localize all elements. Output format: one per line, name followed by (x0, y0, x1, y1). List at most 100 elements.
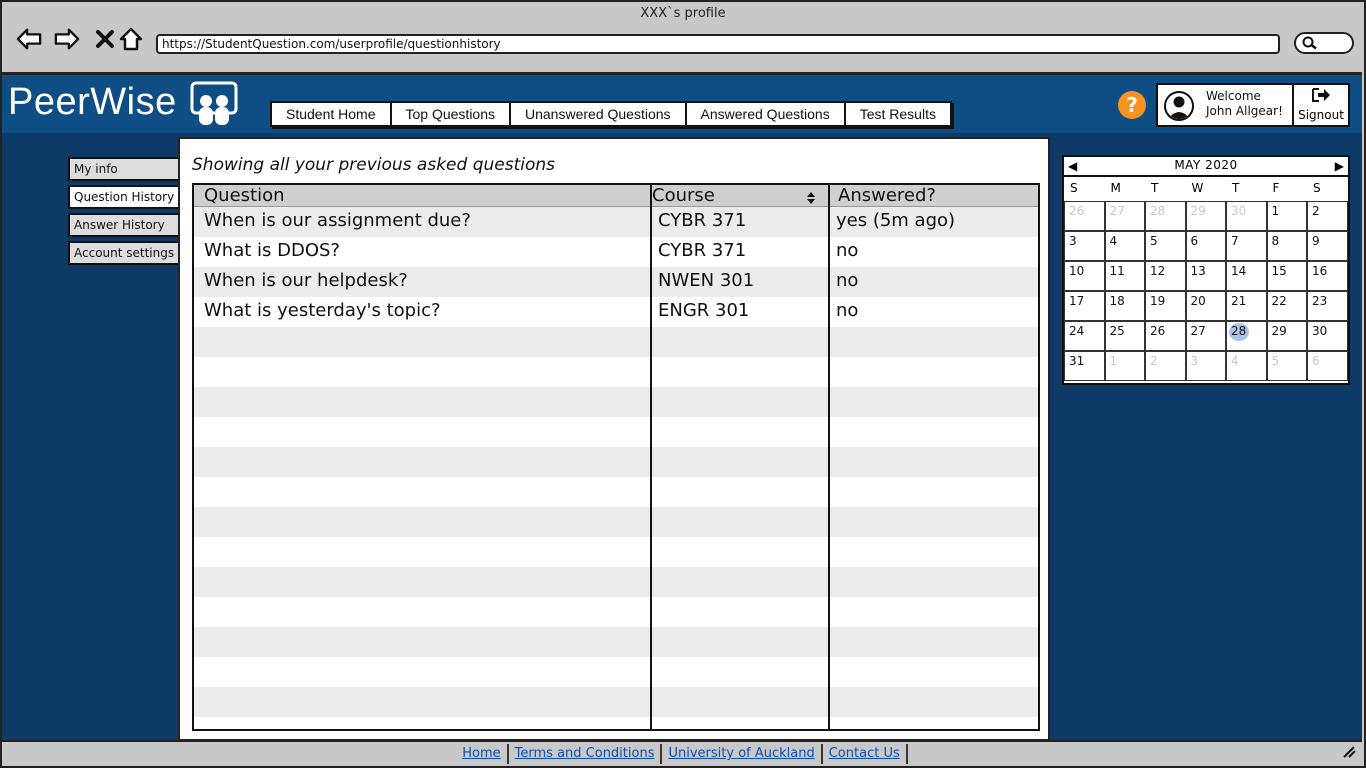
calendar-day[interactable]: 11 (1104, 261, 1145, 291)
calendar-day[interactable]: 1 (1266, 201, 1307, 231)
calendar-day[interactable]: 23 (1307, 291, 1348, 321)
calendar-day[interactable]: 3 (1185, 351, 1226, 381)
next-month-icon[interactable]: ▶ (1335, 159, 1344, 173)
calendar-day-number: 16 (1312, 264, 1328, 278)
weekday-label: S (1070, 181, 1078, 195)
calendar-day[interactable]: 2 (1307, 201, 1348, 231)
calendar-week: 24 25 26 27 28 29 30 (1064, 321, 1348, 351)
question-cell: When is our helpdesk? (204, 270, 408, 291)
calendar-day[interactable]: 14 (1226, 261, 1267, 291)
footer-link-terms[interactable]: Terms and Conditions (509, 744, 663, 764)
calendar-day[interactable]: 10 (1064, 261, 1105, 291)
footer-link-university[interactable]: University of Auckland (662, 744, 823, 764)
calendar-day-number: 1 (1271, 204, 1280, 218)
nav-answered-questions[interactable]: Answered Questions (687, 103, 846, 125)
calendar-week: 26 27 28 29 30 1 2 (1064, 201, 1348, 231)
table-row (194, 687, 1038, 717)
course-cell: NWEN 301 (658, 270, 755, 291)
table-row[interactable]: What is yesterday's topic? ENGR 301 no (194, 297, 1038, 327)
column-header-course[interactable]: Course (650, 185, 822, 207)
calendar-day[interactable]: 2 (1145, 351, 1186, 381)
table-row (194, 327, 1038, 357)
nav-unanswered-questions[interactable]: Unanswered Questions (511, 103, 687, 125)
question-cell: When is our assignment due? (204, 210, 471, 231)
sidebar-item-my-info[interactable]: My info (68, 157, 180, 181)
column-header-question[interactable]: Question (194, 185, 285, 207)
calendar-day[interactable]: 5 (1266, 351, 1307, 381)
footer-link-contact[interactable]: Contact Us (823, 744, 908, 764)
calendar-week: 31 1 2 3 4 5 6 (1064, 351, 1348, 381)
calendar-day[interactable]: 30 (1226, 201, 1267, 231)
calendar-day[interactable]: 21 (1226, 291, 1267, 321)
nav-test-results[interactable]: Test Results (846, 103, 950, 125)
column-header-answered[interactable]: Answered? (828, 185, 936, 207)
calendar-day[interactable]: 12 (1145, 261, 1186, 291)
welcome-label: Welcome (1206, 89, 1261, 103)
browser-search[interactable] (1294, 32, 1354, 54)
calendar-day-number: 6 (1190, 234, 1199, 248)
calendar-day[interactable]: 20 (1185, 291, 1226, 321)
calendar-day[interactable]: 28 (1226, 321, 1267, 351)
calendar-day[interactable]: 19 (1145, 291, 1186, 321)
nav-top-questions[interactable]: Top Questions (392, 103, 511, 125)
sidebar-item-answer-history[interactable]: Answer History (68, 213, 180, 237)
weekday-label: M (1110, 181, 1121, 195)
calendar-day-number: 7 (1231, 234, 1239, 248)
calendar-day[interactable]: 27 (1104, 201, 1145, 231)
resize-handle-icon[interactable] (1342, 746, 1356, 761)
table-row (194, 417, 1038, 447)
calendar-day-number: 3 (1069, 234, 1077, 248)
calendar-day[interactable]: 7 (1226, 231, 1267, 261)
sidebar-item-question-history[interactable]: Question History (68, 185, 180, 209)
calendar-day[interactable]: 6 (1307, 351, 1348, 381)
calendar-day[interactable]: 6 (1185, 231, 1226, 261)
nav-student-home[interactable]: Student Home (272, 103, 392, 125)
calendar-day[interactable]: 17 (1064, 291, 1105, 321)
footer-link-home[interactable]: Home (456, 744, 509, 764)
answered-cell: no (836, 270, 859, 291)
signout-button[interactable]: Signout (1292, 85, 1348, 125)
calendar-day[interactable]: 26 (1145, 321, 1186, 351)
calendar-day[interactable]: 18 (1104, 291, 1145, 321)
calendar-weekdays: SMTWTFS (1064, 181, 1348, 201)
calendar-day[interactable]: 28 (1145, 201, 1186, 231)
calendar-day[interactable]: 27 (1185, 321, 1226, 351)
table-row[interactable]: When is our helpdesk? NWEN 301 no (194, 267, 1038, 297)
logo-text[interactable]: PeerWise (8, 81, 177, 124)
sidebar-item-account-settings[interactable]: Account settings (68, 241, 180, 265)
table-row (194, 597, 1038, 627)
calendar-day[interactable]: 22 (1266, 291, 1307, 321)
calendar-day[interactable]: 29 (1266, 321, 1307, 351)
table-row (194, 627, 1038, 657)
calendar-day[interactable]: 8 (1266, 231, 1307, 261)
calendar-day[interactable]: 31 (1064, 351, 1105, 381)
calendar-day[interactable]: 26 (1064, 201, 1105, 231)
calendar-day[interactable]: 1 (1104, 351, 1145, 381)
back-icon[interactable] (16, 26, 42, 52)
calendar-day[interactable]: 30 (1307, 321, 1348, 351)
table-row[interactable]: What is DDOS? CYBR 371 no (194, 237, 1038, 267)
calendar-day[interactable]: 4 (1104, 231, 1145, 261)
calendar-day[interactable]: 4 (1226, 351, 1267, 381)
calendar-day[interactable]: 24 (1064, 321, 1105, 351)
url-bar[interactable]: https://StudentQuestion.com/userprofile/… (156, 34, 1280, 54)
calendar-day[interactable]: 13 (1185, 261, 1226, 291)
calendar-day[interactable]: 15 (1266, 261, 1307, 291)
calendar-day[interactable]: 16 (1307, 261, 1348, 291)
forward-icon[interactable] (54, 26, 80, 52)
close-icon[interactable] (92, 26, 118, 52)
welcome-text: Welcome John Allgear! (1206, 89, 1283, 119)
avatar[interactable] (1164, 91, 1194, 121)
help-icon[interactable]: ? (1118, 91, 1146, 119)
calendar-day[interactable]: 29 (1185, 201, 1226, 231)
calendar-day-number: 14 (1231, 264, 1247, 278)
calendar-day[interactable]: 9 (1307, 231, 1348, 261)
calendar-day[interactable]: 5 (1145, 231, 1186, 261)
calendar-day-number: 29 (1190, 204, 1206, 218)
table-row (194, 357, 1038, 387)
calendar-day[interactable]: 25 (1104, 321, 1145, 351)
home-icon[interactable] (118, 26, 144, 52)
calendar-day[interactable]: 3 (1064, 231, 1105, 261)
calendar-day-number: 27 (1190, 324, 1206, 338)
table-row[interactable]: When is our assignment due? CYBR 371 yes (… (194, 207, 1038, 237)
